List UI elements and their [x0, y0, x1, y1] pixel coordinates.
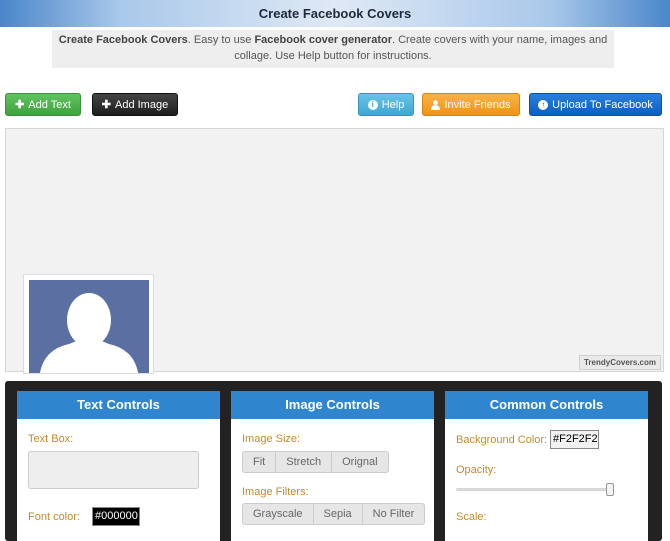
text-controls-panel: Text Controls Text Box: Font color: #000… — [17, 391, 220, 541]
intro-text-1: . Easy to use — [187, 34, 255, 46]
common-controls-title: Common Controls — [445, 391, 648, 419]
filter-grayscale-button[interactable]: Grayscale — [243, 504, 314, 524]
image-controls-title: Image Controls — [231, 391, 434, 419]
plus-icon: ✚ — [101, 99, 111, 111]
text-box-input[interactable] — [28, 451, 199, 489]
add-text-button[interactable]: ✚ Add Text — [5, 93, 81, 116]
size-stretch-button[interactable]: Stretch — [276, 452, 333, 472]
invite-friends-button[interactable]: Invite Friends — [422, 93, 520, 116]
text-box-label: Text Box: — [28, 433, 74, 445]
invite-friends-label: Invite Friends — [444, 98, 511, 111]
image-filters-label: Image Filters: — [242, 486, 309, 498]
intro-bold-1: Create Facebook Covers — [58, 34, 188, 46]
watermark: TrendyCovers.com — [578, 355, 661, 370]
info-icon: i — [367, 99, 378, 110]
image-size-options: Fit Stretch Orignal — [242, 451, 389, 473]
text-controls-title: Text Controls — [17, 391, 220, 419]
help-button[interactable]: i Help — [358, 93, 414, 116]
person-silhouette-icon — [29, 280, 149, 373]
font-color-label: Font color: — [28, 511, 80, 523]
image-filter-options: Grayscale Sepia No Filter — [242, 503, 426, 525]
page-title: Create Facebook Covers — [0, 0, 670, 27]
add-image-button[interactable]: ✚ Add Image — [92, 93, 178, 116]
intro-text: Create Facebook Covers. Easy to use Face… — [52, 30, 614, 68]
filter-sepia-button[interactable]: Sepia — [314, 504, 363, 524]
size-fit-button[interactable]: Fit — [243, 452, 277, 472]
intro-bold-2: Facebook cover generator — [254, 34, 392, 46]
controls-area: Text Controls Text Box: Font color: #000… — [5, 381, 662, 541]
opacity-label: Opacity: — [456, 464, 497, 476]
background-color-label: Background Color: — [456, 434, 548, 446]
font-color-input[interactable]: #000000 — [92, 507, 140, 526]
background-color-input[interactable]: #F2F2F2 — [550, 430, 599, 449]
user-icon — [431, 99, 441, 110]
profile-picture-placeholder[interactable] — [23, 274, 154, 374]
common-controls-panel: Common Controls Background Color: #F2F2F… — [445, 391, 648, 541]
filter-none-button[interactable]: No Filter — [363, 504, 425, 524]
size-original-button[interactable]: Orignal — [332, 452, 387, 472]
upload-label: Upload To Facebook — [552, 98, 653, 111]
opacity-slider-track[interactable] — [456, 488, 612, 491]
add-text-label: Add Text — [28, 98, 71, 111]
plus-icon: ✚ — [15, 99, 25, 111]
avatar-silhouette — [29, 280, 149, 373]
help-label: Help — [381, 98, 405, 111]
image-size-label: Image Size: — [242, 433, 301, 445]
scale-label: Scale: — [456, 511, 487, 523]
upload-icon: ↑ — [538, 99, 549, 110]
upload-to-facebook-button[interactable]: ↑ Upload To Facebook — [529, 93, 662, 116]
opacity-slider-handle[interactable] — [606, 483, 614, 496]
add-image-label: Add Image — [115, 98, 169, 111]
image-controls-panel: Image Controls Image Size: Fit Stretch O… — [231, 391, 434, 541]
